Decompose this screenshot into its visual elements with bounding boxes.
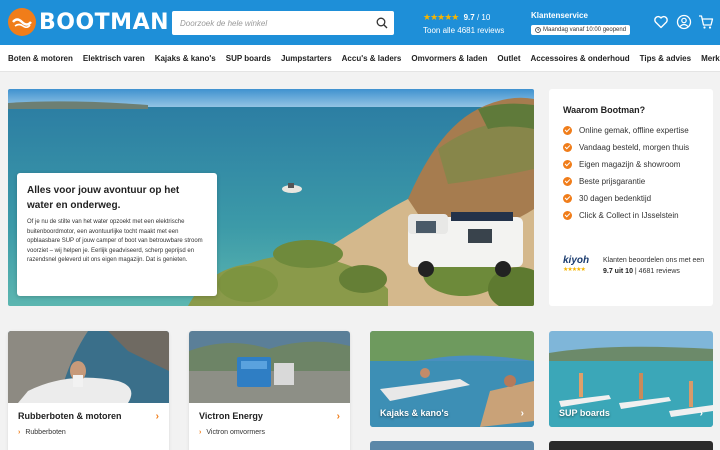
usp-item: Online gemak, offline expertise <box>563 125 699 136</box>
subcategory-label: Rubberboten <box>25 429 66 436</box>
rating-summary: ★★★★★ 9.7 / 10 Toon alle 4681 reviews <box>423 12 504 35</box>
category-tile-partial[interactable] <box>370 441 534 450</box>
category-card-rubberboten[interactable]: Rubberboten & motoren › › Rubberboten <box>8 331 169 450</box>
usp-text: 30 dagen bedenktijd <box>579 194 652 203</box>
nav-item-boten-motoren[interactable]: Boten & motoren <box>8 54 73 63</box>
check-icon <box>563 211 572 220</box>
usp-text: Vandaag besteld, morgen thuis <box>579 143 690 152</box>
nav-item-kajaks-kanos[interactable]: Kajaks & kano's <box>155 54 216 63</box>
category-card-victron[interactable]: Victron Energy › › Victron omvormers <box>189 331 350 450</box>
victron-image <box>189 331 350 403</box>
hero-title: Alles voor jouw avontuur op het water en… <box>27 185 180 211</box>
nav-item-omvormers-laden[interactable]: Omvormers & laden <box>411 54 487 63</box>
kiyoh-stars: ★★★★★ <box>563 267 586 273</box>
check-icon <box>563 143 572 152</box>
nav-item-merken[interactable]: Merken <box>701 54 720 63</box>
usp-text: Beste prijsgarantie <box>579 177 646 186</box>
photo-card-label: Kajaks & kano's <box>380 408 449 418</box>
nav-item-tips-advies[interactable]: Tips & advies <box>640 54 691 63</box>
nav-item-outlet[interactable]: Outlet <box>497 54 520 63</box>
main-navigation: Boten & motoren Elektrisch varen Kajaks … <box>0 45 720 72</box>
category-card-sup[interactable]: SUP boards › <box>549 331 713 427</box>
site-header: BOOTMAN ★★★★★ 9.7 / 10 Toon alle 4681 re… <box>0 0 720 45</box>
service-hours-text: Maandag vanaf 10:00 geopend <box>543 27 627 33</box>
kiyoh-text: Klanten beoordelen ons met een 9.7 uit 1… <box>603 255 709 277</box>
rating-stars: ★★★★★ <box>423 12 459 22</box>
rubberboten-image <box>8 331 169 403</box>
hero-text-card: Alles voor jouw avontuur op het water en… <box>17 173 217 296</box>
why-bootman-panel: Waarom Bootman? Online gemak, offline ex… <box>549 89 713 306</box>
hero-banner[interactable]: Alles voor jouw avontuur op het water en… <box>8 89 534 306</box>
why-title: Waarom Bootman? <box>563 105 646 115</box>
usp-text: Eigen magazijn & showroom <box>579 160 681 169</box>
card-subcategory-link[interactable]: › Rubberboten <box>8 429 169 436</box>
usp-item: Eigen magazijn & showroom <box>563 159 699 170</box>
check-icon <box>563 160 572 169</box>
usp-item: 30 dagen bedenktijd <box>563 193 699 204</box>
rating-max: / 10 <box>476 13 491 22</box>
usp-item: Vandaag besteld, morgen thuis <box>563 142 699 153</box>
category-card-kajaks[interactable]: Kajaks & kano's › <box>370 331 534 427</box>
customer-service[interactable]: Klantenservice Maandag vanaf 10:00 geope… <box>531 11 631 38</box>
card-title: Victron Energy <box>199 411 263 421</box>
photo-card-label: SUP boards <box>559 408 610 418</box>
account-icon[interactable] <box>676 14 692 30</box>
usp-item: Click & Collect in IJsselstein <box>563 210 699 221</box>
bootman-logo[interactable]: BOOTMAN <box>8 8 169 36</box>
search-box <box>172 11 394 35</box>
category-tile-partial[interactable] <box>549 441 713 450</box>
reviews-link[interactable]: Toon alle 4681 reviews <box>423 26 504 35</box>
card-header: Victron Energy › <box>189 403 350 429</box>
nav-item-accus-laders[interactable]: Accu's & laders <box>342 54 402 63</box>
subcategory-label: Victron omvormers <box>206 429 265 436</box>
clock-icon <box>535 27 541 33</box>
nav-item-elektrisch-varen[interactable]: Elektrisch varen <box>83 54 145 63</box>
usp-item: Beste prijsgarantie <box>563 176 699 187</box>
kiyoh-pre: Klanten beoordelen ons met een <box>603 257 705 264</box>
nav-item-jumpstarters[interactable]: Jumpstarters <box>281 54 332 63</box>
chevron-right-icon: › <box>155 410 159 422</box>
chevron-right-icon: › <box>520 408 524 419</box>
kiyoh-logo: kiyoh ★★★★★ <box>563 255 597 277</box>
search-input[interactable] <box>172 11 362 35</box>
usp-list: Online gemak, offline expertise Vandaag … <box>563 125 699 221</box>
usp-text: Click & Collect in IJsselstein <box>579 211 679 220</box>
card-subcategory-link[interactable]: › Victron omvormers <box>189 429 350 436</box>
chevron-right-icon: › <box>699 408 703 419</box>
search-icon[interactable] <box>376 17 388 29</box>
chevron-right-icon: › <box>18 429 21 436</box>
nav-item-accessoires-onderhoud[interactable]: Accessoires & onderhoud <box>531 54 630 63</box>
check-icon <box>563 194 572 203</box>
kiyoh-score: 9.7 uit 10 <box>603 268 633 275</box>
check-icon <box>563 126 572 135</box>
check-icon <box>563 177 572 186</box>
hero-body: Of je nu de stilte van het water opzoekt… <box>27 219 203 263</box>
card-header: Rubberboten & motoren › <box>8 403 169 429</box>
rating-score: 9.7 <box>463 13 475 22</box>
kiyoh-wordmark: kiyoh <box>563 255 590 266</box>
heart-icon[interactable] <box>653 14 669 30</box>
logo-wave-icon <box>8 8 36 36</box>
kiyoh-post: | 4681 reviews <box>634 268 680 275</box>
service-title: Klantenservice <box>531 11 588 20</box>
cart-icon[interactable] <box>698 14 714 30</box>
chevron-right-icon: › <box>336 410 340 422</box>
card-title: Rubberboten & motoren <box>18 411 122 421</box>
kiyoh-rating[interactable]: kiyoh ★★★★★ Klanten beoordelen ons met e… <box>563 255 713 277</box>
service-hours-badge: Maandag vanaf 10:00 geopend <box>531 25 631 35</box>
usp-text: Online gemak, offline expertise <box>579 126 689 135</box>
logo-text: BOOTMAN <box>39 9 170 35</box>
chevron-right-icon: › <box>199 429 202 436</box>
nav-item-sup-boards[interactable]: SUP boards <box>226 54 271 63</box>
